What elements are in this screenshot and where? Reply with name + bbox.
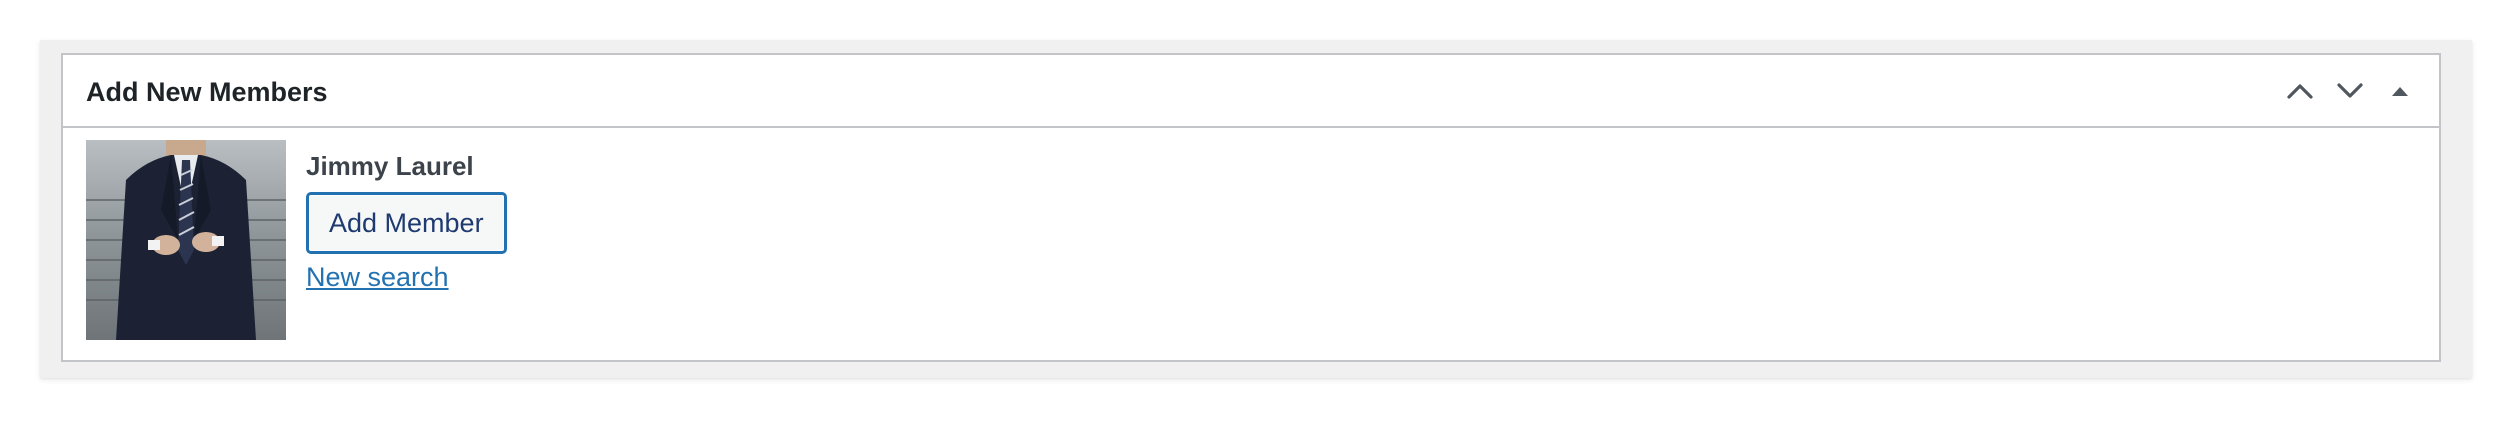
metabox-wrapper: Add New Members Jimmy Laurel Add Member … (40, 40, 2472, 378)
member-photo-icon (86, 140, 286, 340)
chevron-up-icon (2287, 84, 2313, 99)
move-up-button[interactable] (2275, 71, 2325, 111)
new-search-link[interactable]: New search (306, 260, 449, 294)
handle-actions (2275, 71, 2425, 111)
add-new-members-postbox: Add New Members Jimmy Laurel Add Member … (61, 53, 2441, 362)
add-member-button[interactable]: Add Member (306, 192, 507, 254)
postbox-header: Add New Members (63, 55, 2439, 128)
chevron-down-icon (2337, 83, 2363, 98)
member-avatar (86, 140, 286, 340)
member-name: Jimmy Laurel (306, 151, 474, 181)
postbox-title: Add New Members (86, 77, 328, 107)
toggle-panel-button[interactable] (2375, 71, 2425, 111)
move-down-button[interactable] (2325, 71, 2375, 111)
triangle-up-icon (2392, 87, 2408, 96)
postbox-inside: Jimmy Laurel Add Member New search (86, 140, 2416, 340)
